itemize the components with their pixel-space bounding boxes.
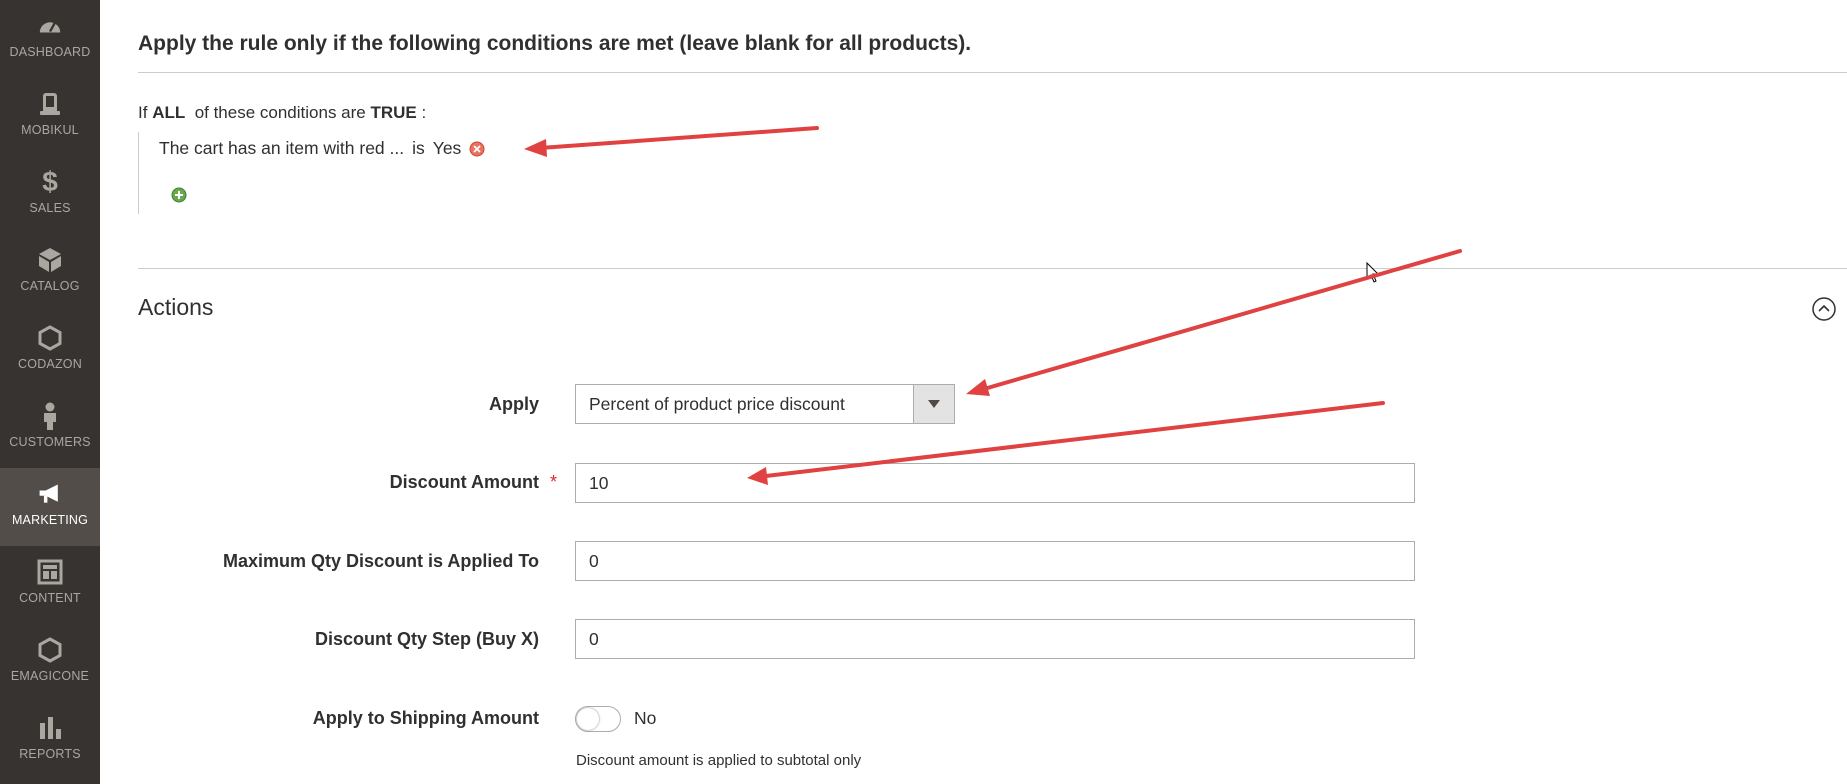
shipping-toggle[interactable]: [575, 706, 621, 732]
value-select[interactable]: TRUE: [370, 103, 416, 122]
divider: [138, 72, 1847, 73]
sidebar-item-label: CATALOG: [20, 279, 80, 293]
qty-step-input[interactable]: [575, 619, 1415, 659]
hexagon-icon: [37, 637, 63, 663]
actions-section-title[interactable]: Actions: [138, 294, 213, 321]
mouse-cursor-icon: [1366, 261, 1380, 289]
shipping-label: Apply to Shipping Amount: [312, 708, 539, 728]
apply-select[interactable]: Percent of product price discount: [575, 384, 955, 424]
sidebar-item-content[interactable]: CONTENT: [0, 546, 100, 624]
max-qty-input[interactable]: [575, 541, 1415, 581]
sidebar-item-label: CODAZON: [18, 357, 82, 371]
toggle-knob: [577, 708, 599, 730]
sidebar-item-label: MARKETING: [11, 513, 89, 527]
max-qty-label: Maximum Qty Discount is Applied To: [222, 551, 539, 571]
hexagon-icon: [37, 325, 63, 351]
sidebar-item-mobikul[interactable]: MOBIKUL: [0, 78, 100, 156]
apply-select-value: Percent of product price discount: [589, 393, 845, 414]
chevron-down-icon[interactable]: [913, 385, 954, 423]
sidebar-item-label: MOBIKUL: [21, 123, 79, 137]
sidebar-item-label: SALES: [29, 201, 71, 215]
shipping-toggle-state: No: [634, 708, 657, 728]
sidebar-item-customers[interactable]: CUSTOMERS: [0, 390, 100, 468]
rule-attribute[interactable]: The cart has an item with red ...: [159, 138, 404, 159]
sidebar-item-dashboard[interactable]: DASHBOARD: [0, 0, 100, 78]
dollar-icon: $: [42, 166, 58, 197]
shipping-note: Discount amount is applied to subtotal o…: [576, 752, 862, 769]
conditions-block: The cart has an item with red ... is Yes: [138, 132, 739, 214]
conditions-title: Apply the rule only if the following con…: [138, 32, 972, 55]
content-layout-icon: [37, 559, 63, 585]
rule-value[interactable]: Yes: [433, 138, 462, 159]
sidebar-item-reports[interactable]: REPORTS: [0, 702, 100, 780]
conditions-header: If ALL of these conditions are TRUE :: [138, 103, 426, 123]
sidebar-item-label: EMAGICONE: [10, 669, 90, 683]
aggregator-select[interactable]: ALL: [152, 103, 185, 122]
discount-amount-input[interactable]: [575, 463, 1415, 503]
sidebar-item-sales[interactable]: $ SALES: [0, 156, 100, 234]
if-text: If: [138, 103, 148, 122]
mobikul-icon: [37, 91, 63, 117]
add-condition-icon[interactable]: [171, 187, 187, 203]
required-marker: *: [550, 472, 558, 492]
sidebar-item-emagicone[interactable]: EMAGICONE: [0, 624, 100, 702]
remove-condition-icon[interactable]: [469, 141, 485, 157]
sidebar-item-marketing[interactable]: MARKETING: [0, 468, 100, 546]
apply-label: Apply: [488, 394, 539, 414]
sidebar-item-catalog[interactable]: CATALOG: [0, 234, 100, 312]
sidebar-item-label: CUSTOMERS: [9, 435, 91, 449]
megaphone-icon: [37, 481, 63, 507]
collapse-section-icon[interactable]: [1811, 296, 1837, 327]
sidebar-item-label: CONTENT: [19, 591, 81, 605]
dashboard-icon: [37, 13, 63, 39]
condition-rule: The cart has an item with red ... is Yes: [159, 138, 485, 159]
bar-chart-icon: [37, 715, 63, 741]
catalog-box-icon: [37, 247, 63, 273]
colon-text: :: [421, 103, 427, 122]
sidebar-item-label: DASHBOARD: [9, 45, 91, 59]
qty-step-label: Discount Qty Step (Buy X): [314, 629, 539, 649]
rule-operator[interactable]: is: [412, 138, 425, 159]
admin-sidebar: DASHBOARD MOBIKUL $ SALES CATALOG CODAZO…: [0, 0, 100, 784]
discount-amount-label: Discount Amount: [389, 472, 539, 492]
sidebar-item-codazon[interactable]: CODAZON: [0, 312, 100, 390]
main-content: Apply the rule only if the following con…: [100, 0, 1847, 784]
conditions-middle-text: of these conditions are: [194, 103, 366, 122]
sidebar-item-label: REPORTS: [19, 747, 81, 761]
divider: [138, 268, 1847, 269]
person-icon: [37, 402, 63, 430]
